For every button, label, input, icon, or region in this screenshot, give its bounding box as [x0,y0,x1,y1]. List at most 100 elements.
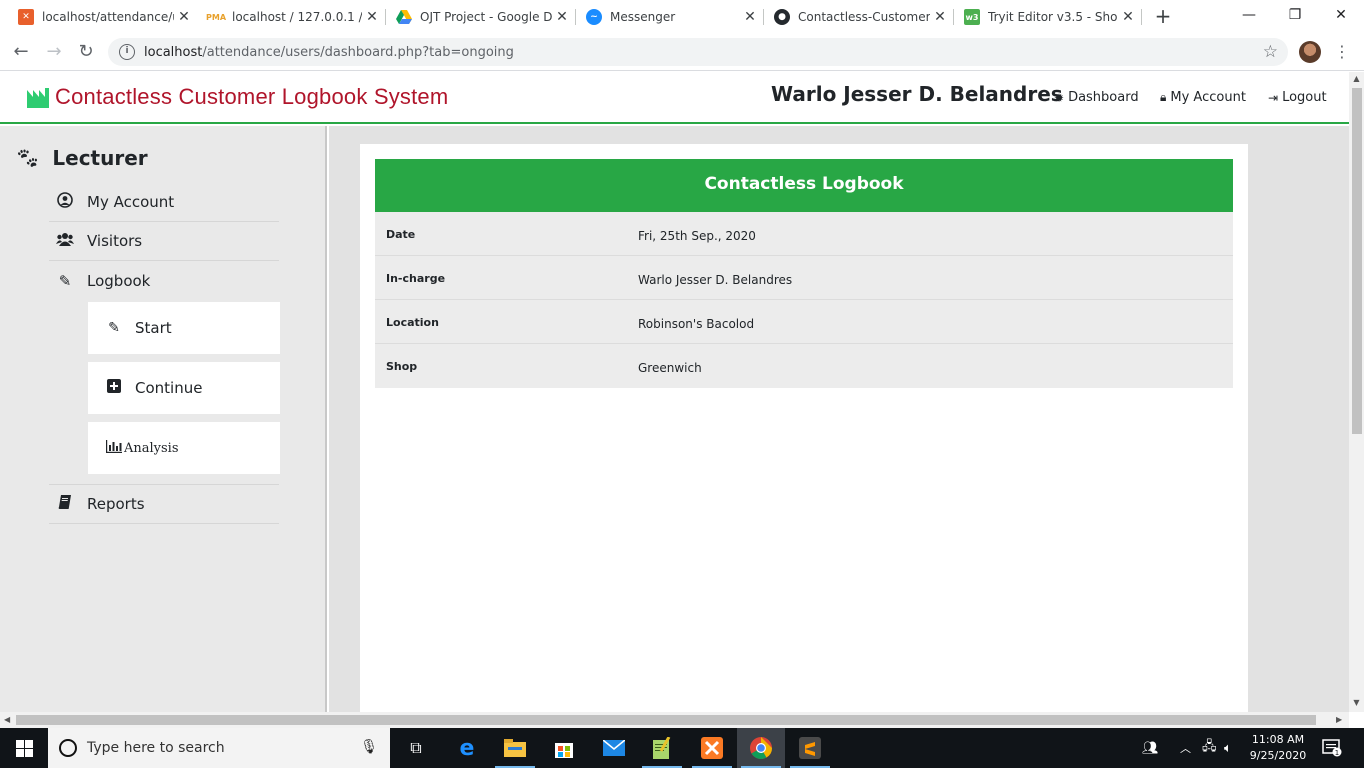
sidebar-item-my-account[interactable]: My Account [49,183,279,222]
tab-title: Contactless-Customer- [798,10,930,24]
clock-date: 9/25/2020 [1249,749,1307,762]
people-icon[interactable]: 👥︎ [1142,728,1159,768]
dashboard-link-label: Dashboard [1068,90,1139,105]
browser-tab-strip: ✕ localhost/attendance/u ✕ PMA localhost… [0,0,1364,34]
edge-icon[interactable]: e [443,728,491,768]
clock-time: 11:08 AM [1251,733,1305,746]
show-hidden-icons[interactable]: ︿ [1180,728,1191,768]
vertical-scroll-thumb[interactable] [1352,88,1362,434]
url-bar[interactable]: i localhost/attendance/users/dashboard.p… [108,38,1288,66]
horizontal-scrollbar[interactable]: ◀ ▶ [0,712,1349,728]
volume-icon[interactable]: 🔈︎ [1224,728,1232,768]
row-label: In-charge [386,272,446,285]
sidebar-item-visitors[interactable]: Visitors [49,222,279,261]
lock-icon: 🔒︎ [1160,90,1167,104]
logout-link-label: Logout [1282,90,1327,105]
tab-close-icon[interactable]: ✕ [362,9,382,25]
web-page: Contactless Customer Logbook System Warl… [0,72,1349,712]
main-content: Contactless Logbook Date Fri, 25th Sep.,… [329,126,1349,712]
github-icon: ● [774,9,790,25]
back-icon[interactable]: ← [8,40,34,64]
factory-logo-icon [27,88,49,108]
site-header: Contactless Customer Logbook System Warl… [0,72,1349,124]
sidebar-subitem-start[interactable]: ✎ Start [88,302,280,354]
tab-close-icon[interactable]: ✕ [174,9,194,25]
browser-tab-5[interactable]: ● Contactless-Customer- ✕ [764,0,954,34]
tab-close-icon[interactable]: ✕ [1118,9,1138,25]
row-label: Date [386,228,416,241]
store-icon[interactable] [540,728,588,768]
scroll-down-icon[interactable]: ▼ [1349,698,1364,707]
windows-logo-icon [15,739,33,757]
tab-title: OJT Project - Google Dr [420,10,552,24]
sidebar-item-label: Visitors [87,232,143,250]
pencil-icon: ✎ [108,320,120,336]
reload-icon[interactable]: ↻ [73,40,99,64]
microphone-icon[interactable]: 🎙︎ [360,739,378,755]
close-window-button[interactable]: ✕ [1318,0,1364,30]
sidebar-title-text: Lecturer [52,146,148,170]
scroll-up-icon[interactable]: ▲ [1349,74,1364,83]
paw-icon: 🐾︎ [15,146,41,170]
book-icon [55,495,75,513]
profile-avatar[interactable] [1299,41,1321,63]
brand[interactable]: Contactless Customer Logbook System [27,84,448,110]
browser-tab-2[interactable]: PMA localhost / 127.0.0.1 / at ✕ [198,0,386,34]
browser-tab-3[interactable]: OJT Project - Google Dr ✕ [386,0,576,34]
dashboard-link[interactable]: ✹ Dashboard [1054,90,1139,105]
site-info-icon[interactable]: i [119,44,135,60]
new-tab-button[interactable]: + [1152,5,1174,27]
browser-tab-4[interactable]: ~ Messenger ✕ [576,0,764,34]
chrome-icon[interactable] [737,728,785,768]
tab-title: Tryit Editor v3.5 - Show [988,10,1118,24]
sidebar: 🐾︎ Lecturer My Account Visitors ✎ Logboo… [0,126,327,712]
bookmark-star-icon[interactable]: ☆ [1263,42,1278,62]
tab-close-icon[interactable]: ✕ [552,9,572,25]
restore-button[interactable]: ❐ [1272,0,1318,30]
sidebar-subitem-continue[interactable]: Continue [88,362,280,414]
plus-square-icon [106,379,122,397]
taskbar-search-box[interactable]: Type here to search 🎙︎ [48,728,390,768]
system-clock[interactable]: 11:08 AM 9/25/2020 [1248,732,1308,764]
scroll-right-icon[interactable]: ▶ [1336,715,1342,724]
mail-icon[interactable] [590,728,638,768]
horizontal-scroll-thumb[interactable] [16,715,1316,725]
tab-close-icon[interactable]: ✕ [740,9,760,25]
tab-close-icon[interactable]: ✕ [930,9,950,25]
brand-name: Contactless Customer Logbook System [55,84,449,109]
tab-title: Messenger [610,10,676,24]
sidebar-item-reports[interactable]: Reports [49,484,279,524]
browser-menu-icon[interactable]: ⋮ [1334,41,1350,63]
my-account-link[interactable]: 🔒︎ My Account [1160,90,1246,105]
url-path: /attendance/users/dashboard.php?tab=ongo… [202,44,514,60]
browser-tab-6[interactable]: w3 Tryit Editor v3.5 - Show ✕ [954,0,1142,34]
w3schools-icon: w3 [964,9,980,25]
file-explorer-icon[interactable] [491,728,539,768]
tab-title: localhost/attendance/u [42,10,174,24]
sidebar-item-logbook[interactable]: ✎ Logbook [49,261,279,300]
sidebar-item-label: My Account [87,193,175,211]
action-center-icon[interactable]: 1 [1322,728,1342,768]
network-icon[interactable]: 🖧︎ [1202,728,1217,768]
browser-tab-1[interactable]: ✕ localhost/attendance/u ✕ [8,0,198,34]
sidebar-subitem-analysis[interactable]: Analysis [88,422,280,474]
sidebar-subitem-label: Continue [135,379,203,397]
notepad-plus-icon[interactable] [638,728,686,768]
users-icon [55,232,75,250]
sidebar-subitem-label: Start [135,319,172,337]
sidebar-subitem-label: Analysis [124,440,179,456]
vertical-scrollbar[interactable]: ▲ ▼ [1349,72,1364,712]
xampp-taskbar-icon[interactable] [688,728,736,768]
minimize-button[interactable]: — [1226,0,1272,30]
row-label: Location [386,316,439,329]
logout-icon: ⇥ [1268,90,1279,105]
task-view-icon[interactable]: ⧉ [392,728,440,768]
url-text[interactable]: localhost/attendance/users/dashboard.php… [144,45,514,60]
logbook-details-table: Date Fri, 25th Sep., 2020 In-charge Warl… [375,212,1233,388]
sublime-text-icon[interactable] [786,728,834,768]
logout-link[interactable]: ⇥ Logout [1268,90,1327,105]
scroll-left-icon[interactable]: ◀ [4,715,10,724]
windows-start-button[interactable] [0,728,48,768]
forward-icon[interactable]: → [41,40,67,64]
table-row: Date Fri, 25th Sep., 2020 [375,212,1233,256]
